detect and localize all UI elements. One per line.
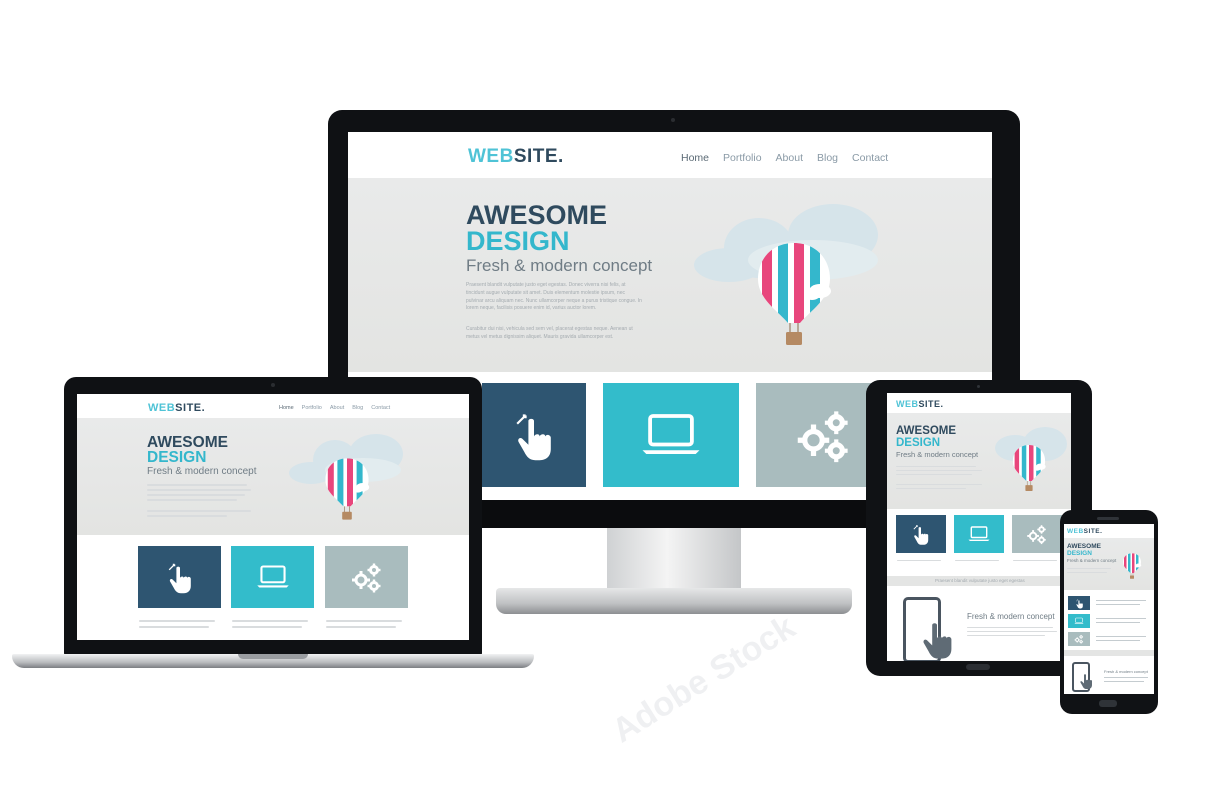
- gears-icon: [1073, 633, 1085, 645]
- site-header: WEBSITE.: [1064, 524, 1154, 538]
- text-line: [1067, 572, 1107, 573]
- hot-air-balloon-icon: [1122, 552, 1142, 580]
- hero-section: AWESOME DESIGN Fresh & modern concept: [1064, 538, 1154, 590]
- feature-tile-responsive[interactable]: [1068, 614, 1090, 628]
- smartphone: WEBSITE. AWESOME DESIGN Fresh & modern c…: [0, 0, 1216, 792]
- text-line: [1096, 604, 1140, 605]
- hero-headline-2: DESIGN: [1067, 550, 1092, 557]
- site-logo[interactable]: WEBSITE.: [1067, 528, 1102, 535]
- phone-speaker: [1097, 517, 1119, 520]
- text-line: [1096, 640, 1140, 641]
- text-line: [1096, 636, 1146, 637]
- feature-tile-touch[interactable]: [1068, 596, 1090, 610]
- text-line: [1096, 600, 1146, 601]
- touch-hand-icon: [1074, 598, 1085, 609]
- hero-subtitle: Fresh & modern concept: [1067, 558, 1117, 563]
- text-line: [1067, 568, 1111, 569]
- text-line: [1096, 622, 1140, 623]
- feature-tile-settings[interactable]: [1068, 632, 1090, 646]
- info-strip: [1064, 650, 1154, 656]
- phone-screen: WEBSITE. AWESOME DESIGN Fresh & modern c…: [1064, 524, 1154, 694]
- phone-home-button[interactable]: [1099, 700, 1117, 707]
- text-line: [1104, 677, 1148, 678]
- promo-subtitle: Fresh & modern concept: [1104, 669, 1148, 674]
- text-line: [1096, 618, 1146, 619]
- touch-hand-icon: [1080, 674, 1092, 689]
- text-line: [1104, 681, 1144, 682]
- laptop-icon: [1073, 615, 1085, 627]
